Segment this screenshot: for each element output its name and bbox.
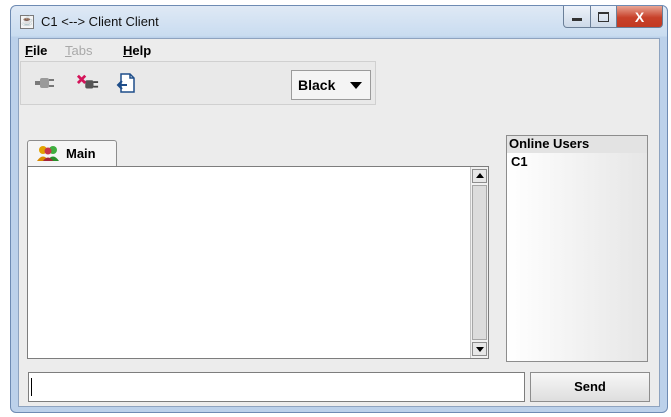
color-select-value: Black [298, 77, 336, 93]
online-users-panel: Online Users C1 [506, 135, 648, 362]
minimize-icon [572, 18, 582, 21]
menu-bar: File Tabs Help [19, 39, 659, 61]
app-window: ☕ C1 <--> Client Client X File Tabs Help [10, 5, 668, 413]
arrow-up-icon [476, 173, 484, 178]
online-users-title: Online Users [509, 136, 590, 151]
window-title: C1 <--> Client Client [41, 14, 159, 29]
window-controls: X [563, 6, 663, 28]
toolbar: Black [20, 61, 376, 105]
tab-main-label: Main [66, 146, 96, 161]
chevron-down-icon [350, 82, 362, 89]
chat-history[interactable] [27, 166, 489, 359]
menu-file-label: ile [32, 43, 48, 58]
close-icon: X [634, 8, 645, 25]
send-button[interactable]: Send [530, 372, 650, 402]
menu-help-label: elp [132, 43, 152, 58]
color-select[interactable]: Black [291, 70, 371, 100]
menu-file-mnemonic: F [25, 43, 33, 58]
export-log-icon[interactable] [115, 73, 137, 93]
tab-main[interactable]: Main [27, 140, 117, 166]
menu-help-mnemonic: H [123, 43, 133, 58]
plug-connect-icon[interactable] [35, 73, 57, 93]
maximize-icon [598, 11, 609, 22]
client-area: File Tabs Help Black Main Online Users C… [18, 38, 660, 407]
plug-disconnect-icon[interactable] [77, 73, 99, 93]
text-caret [31, 378, 32, 396]
chat-scrollbar[interactable] [470, 167, 488, 358]
maximize-button[interactable] [591, 6, 617, 28]
close-button[interactable]: X [617, 6, 663, 28]
scroll-track[interactable] [472, 185, 487, 340]
title-bar[interactable]: ☕ C1 <--> Client Client X [11, 6, 667, 38]
online-users-header: Online Users [507, 136, 647, 153]
users-icon [36, 145, 62, 166]
minimize-button[interactable] [563, 6, 591, 28]
scroll-up-button[interactable] [472, 169, 487, 183]
message-input[interactable] [28, 372, 525, 402]
java-icon: ☕ [20, 15, 34, 29]
menu-help[interactable]: Help [123, 43, 151, 58]
menu-tabs[interactable]: Tabs [65, 43, 92, 58]
user-list-item[interactable]: C1 [511, 154, 528, 169]
arrow-down-icon [476, 347, 484, 352]
scroll-down-button[interactable] [472, 342, 487, 356]
menu-tabs-label: abs [71, 43, 93, 58]
menu-file[interactable]: File [25, 43, 47, 58]
